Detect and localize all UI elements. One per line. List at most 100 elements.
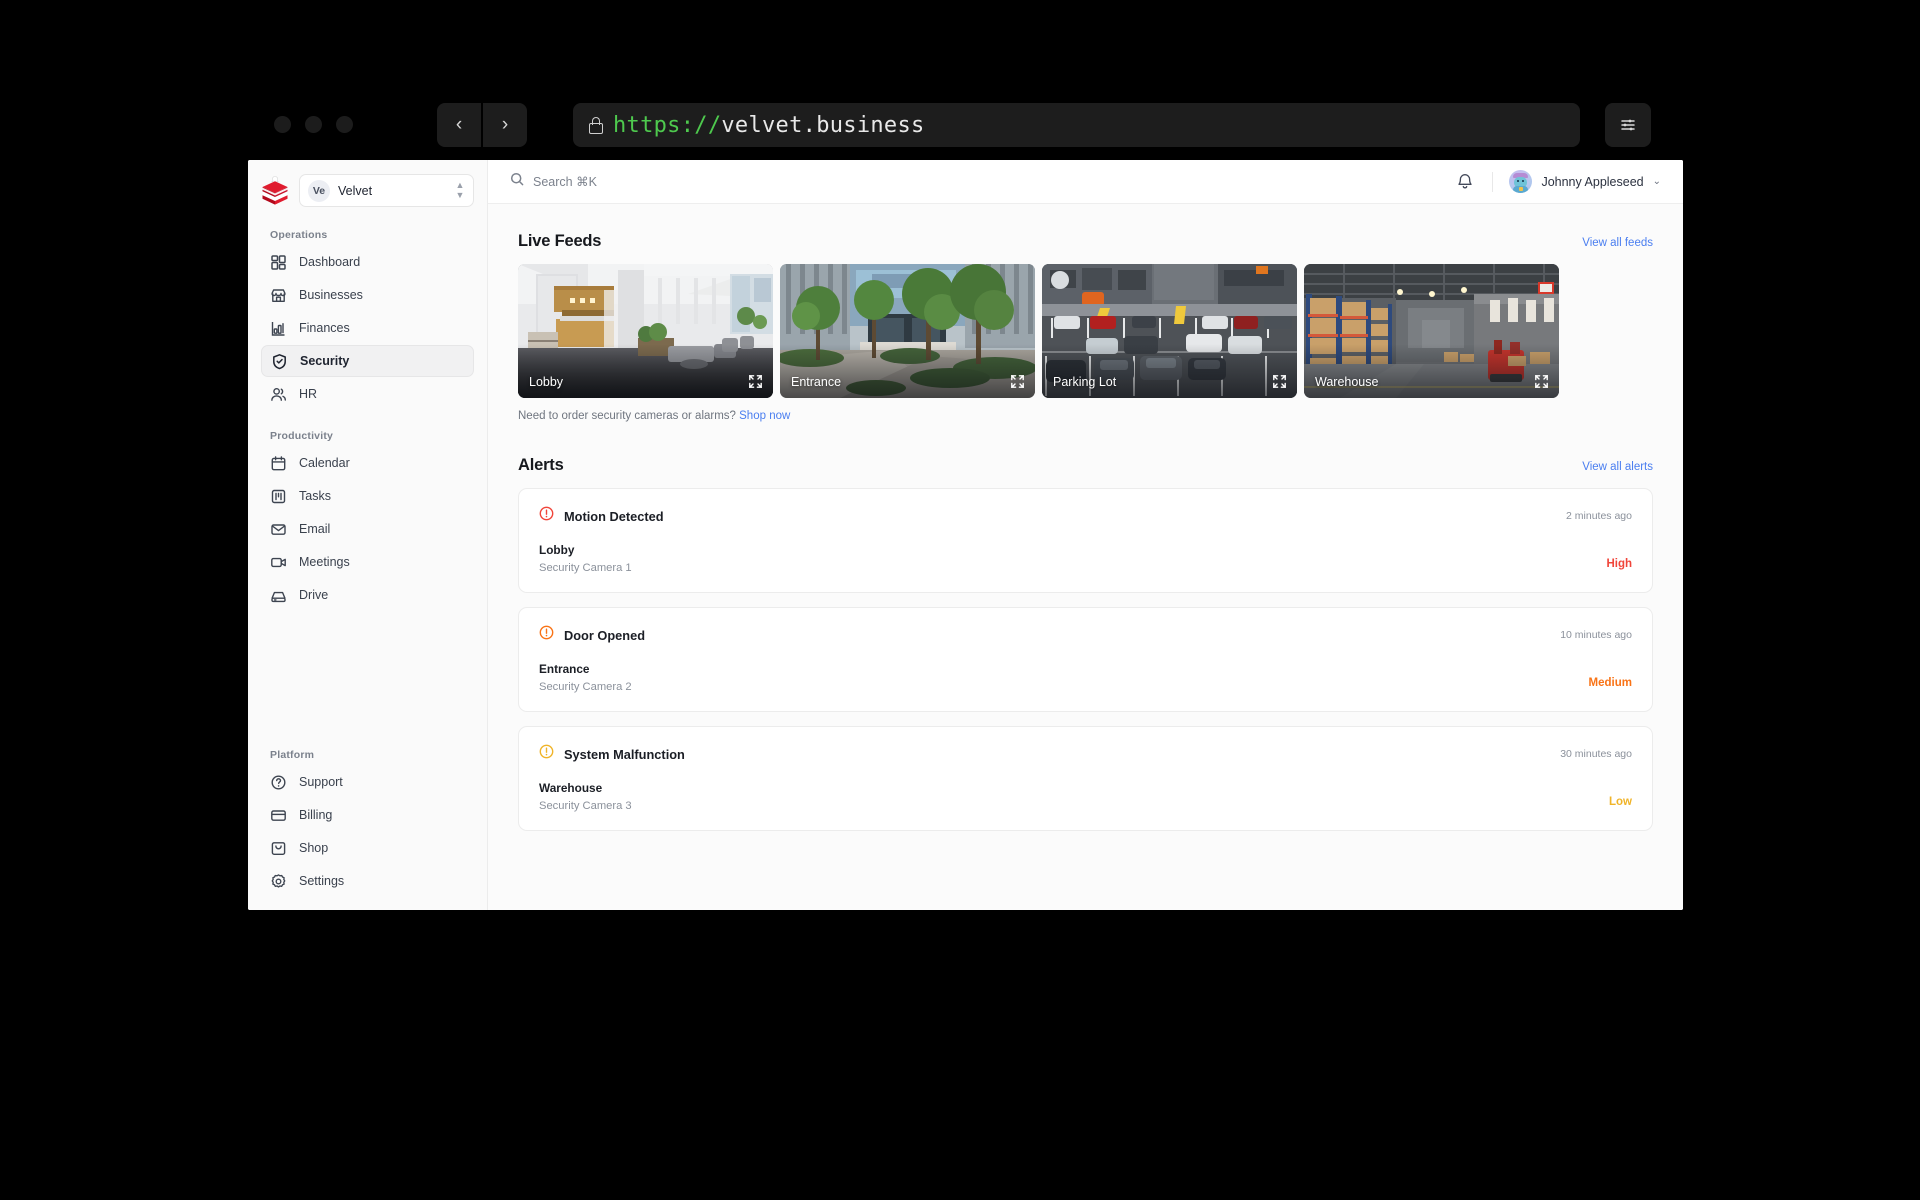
alerts-list: Motion Detected 2 minutes ago Lobby Secu… bbox=[518, 488, 1653, 831]
address-bar[interactable]: https://velvet.business bbox=[573, 103, 1580, 147]
sidebar-item-label: Shop bbox=[299, 841, 329, 855]
back-button[interactable]: ‹ bbox=[437, 103, 481, 147]
drive-icon bbox=[270, 587, 287, 604]
feed-scrim bbox=[1304, 344, 1559, 398]
feed-card-lobby[interactable]: Lobby bbox=[518, 264, 773, 398]
nav-group-platform: Platform Support Billing Shop Settings bbox=[261, 749, 475, 898]
expand-icon[interactable] bbox=[1272, 374, 1287, 389]
store-icon bbox=[270, 287, 287, 304]
alert-camera: Security Camera 3 bbox=[539, 800, 632, 812]
nav-group-operations: Operations Dashboard Businesses Finances… bbox=[261, 229, 474, 410]
tasks-icon bbox=[270, 488, 287, 505]
feed-scrim bbox=[1042, 344, 1297, 398]
sidebar-item-security[interactable]: Security bbox=[261, 345, 474, 377]
alert-timestamp: 10 minutes ago bbox=[1560, 629, 1632, 641]
view-all-alerts-link[interactable]: View all alerts bbox=[1582, 461, 1653, 473]
sidebar-item-label: Settings bbox=[299, 874, 345, 888]
workspace-name: Velvet bbox=[338, 183, 373, 198]
workspace-switcher[interactable]: Ve Velvet ▲ ▼ bbox=[299, 174, 474, 207]
alert-top-row: Motion Detected 2 minutes ago bbox=[539, 506, 1632, 526]
feed-card-entrance[interactable]: Entrance bbox=[780, 264, 1035, 398]
topbar-divider bbox=[1492, 171, 1494, 192]
sidebar-item-meetings[interactable]: Meetings bbox=[261, 546, 474, 578]
question-circle-icon bbox=[270, 774, 287, 791]
alert-top-row: Door Opened 10 minutes ago bbox=[539, 625, 1632, 645]
sidebar-item-businesses[interactable]: Businesses bbox=[261, 279, 474, 311]
expand-icon[interactable] bbox=[1010, 374, 1025, 389]
gear-icon bbox=[270, 873, 287, 890]
alert-type-label: Motion Detected bbox=[564, 508, 664, 524]
alert-location: Warehouse bbox=[539, 781, 603, 795]
sidebar: Ve Velvet ▲ ▼ Operations Dashboard Busin… bbox=[248, 160, 488, 910]
sidebar-item-calendar[interactable]: Calendar bbox=[261, 447, 474, 479]
alerts-title: Alerts bbox=[518, 456, 564, 474]
sidebar-item-label: Support bbox=[299, 775, 343, 789]
lock-icon bbox=[589, 116, 603, 134]
brand-row: Ve Velvet ▲ ▼ bbox=[261, 174, 474, 207]
sidebar-item-support[interactable]: Support bbox=[261, 766, 475, 798]
bell-icon[interactable] bbox=[1456, 172, 1476, 192]
browser-nav-buttons: ‹ › bbox=[437, 103, 527, 147]
users-icon bbox=[270, 386, 287, 403]
sidebar-item-label: Finances bbox=[299, 321, 350, 335]
sidebar-item-label: Dashboard bbox=[299, 255, 361, 269]
sidebar-item-billing[interactable]: Billing bbox=[261, 799, 475, 831]
maximize-window-button[interactable] bbox=[336, 116, 353, 133]
nav-group-label-productivity: Productivity bbox=[270, 430, 334, 442]
shield-check-icon bbox=[271, 353, 288, 370]
expand-icon[interactable] bbox=[748, 374, 763, 389]
envelope-icon bbox=[270, 521, 287, 538]
sidebar-item-label: Meetings bbox=[299, 555, 350, 569]
browser-settings-icon[interactable] bbox=[1605, 103, 1651, 147]
sidebar-item-hr[interactable]: HR bbox=[261, 378, 474, 410]
user-menu[interactable]: Johnny Appleseed ⌄ bbox=[1509, 170, 1661, 193]
alert-bottom-row: Warehouse Security Camera 3 Low bbox=[539, 781, 1632, 812]
grid-icon bbox=[270, 254, 287, 271]
feed-scrim bbox=[518, 344, 773, 398]
feed-label: Entrance bbox=[791, 375, 842, 389]
calendar-icon bbox=[270, 455, 287, 472]
sidebar-item-email[interactable]: Email bbox=[261, 513, 474, 545]
topbar-right: Johnny Appleseed ⌄ bbox=[1456, 170, 1661, 193]
alert-camera: Security Camera 2 bbox=[539, 681, 632, 693]
feed-label: Lobby bbox=[529, 375, 564, 389]
alert-source: Lobby Security Camera 1 bbox=[539, 543, 632, 574]
alert-type-label: Door Opened bbox=[564, 627, 646, 643]
nav-group-label-platform: Platform bbox=[270, 749, 315, 761]
sidebar-item-settings[interactable]: Settings bbox=[261, 865, 475, 897]
credit-card-icon bbox=[270, 807, 287, 824]
minimize-window-button[interactable] bbox=[305, 116, 322, 133]
alert-type-group: Door Opened bbox=[539, 625, 645, 645]
alert-card[interactable]: System Malfunction 30 minutes ago Wareho… bbox=[518, 726, 1653, 831]
nav-group-label-operations: Operations bbox=[270, 229, 328, 241]
feed-card-parking-lot[interactable]: Parking Lot bbox=[1042, 264, 1297, 398]
feed-card-warehouse[interactable]: Warehouse bbox=[1304, 264, 1559, 398]
sidebar-item-label: Businesses bbox=[299, 288, 363, 302]
alert-warning-icon bbox=[539, 744, 554, 764]
expand-icon[interactable] bbox=[1534, 374, 1549, 389]
forward-button[interactable]: › bbox=[483, 103, 527, 147]
alert-card[interactable]: Door Opened 10 minutes ago Entrance Secu… bbox=[518, 607, 1653, 712]
alert-bottom-row: Entrance Security Camera 2 Medium bbox=[539, 662, 1632, 693]
sidebar-item-shop[interactable]: Shop bbox=[261, 832, 475, 864]
sidebar-item-finances[interactable]: Finances bbox=[261, 312, 474, 344]
window-traffic-lights bbox=[274, 116, 353, 133]
sidebar-item-label: Email bbox=[299, 522, 331, 536]
close-window-button[interactable] bbox=[274, 116, 291, 133]
view-all-feeds-link[interactable]: View all feeds bbox=[1582, 237, 1653, 249]
sidebar-item-tasks[interactable]: Tasks bbox=[261, 480, 474, 512]
status-badge: High bbox=[1606, 558, 1632, 570]
shop-now-link[interactable]: Shop now bbox=[739, 410, 790, 422]
shop-promo-line: Need to order security cameras or alarms… bbox=[518, 410, 1653, 422]
search-input[interactable]: Search ⌘K bbox=[510, 172, 597, 191]
alert-card[interactable]: Motion Detected 2 minutes ago Lobby Secu… bbox=[518, 488, 1653, 593]
url-scheme: https:// bbox=[613, 112, 722, 138]
page-content: Live Feeds View all feeds Lobby Entrance… bbox=[488, 204, 1683, 910]
app-window: Ve Velvet ▲ ▼ Operations Dashboard Busin… bbox=[248, 160, 1683, 910]
velvet-cake-logo bbox=[262, 175, 288, 205]
feed-scrim bbox=[780, 344, 1035, 398]
sidebar-item-drive[interactable]: Drive bbox=[261, 579, 474, 611]
sidebar-item-dashboard[interactable]: Dashboard bbox=[261, 246, 474, 278]
sidebar-item-label: HR bbox=[299, 387, 318, 401]
status-badge: Medium bbox=[1588, 677, 1632, 689]
